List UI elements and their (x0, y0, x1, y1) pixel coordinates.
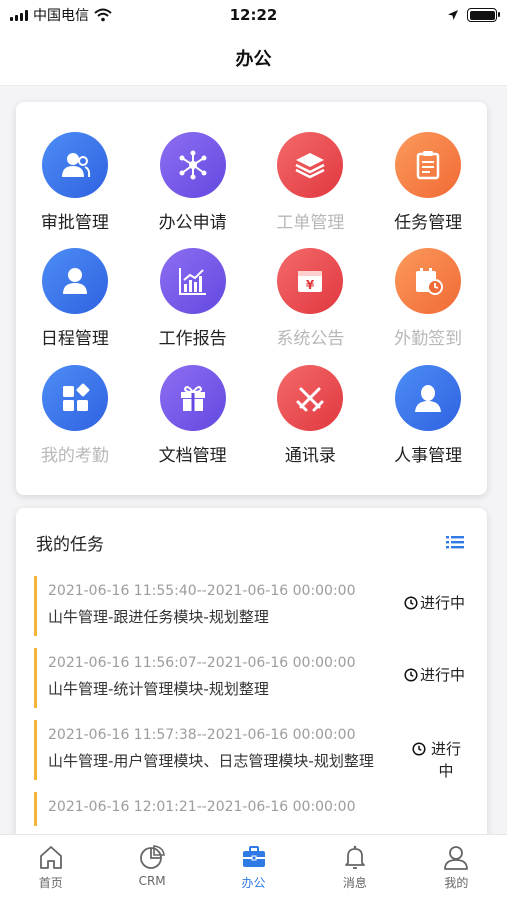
task-name: 山牛管理-跟进任务模块-规划整理 (48, 608, 269, 626)
person-silhouette-icon (395, 364, 462, 431)
task-status-text: 进行中 (420, 666, 466, 684)
tab-home[interactable]: 首页 (0, 835, 101, 900)
clock-icon (412, 742, 426, 756)
app-label: 办公申请 (158, 213, 227, 233)
tab-label: 消息 (342, 876, 367, 890)
my-tasks-card: 我的任务 2021-06-16 11:55:40--2021-06-16 00:… (16, 508, 487, 848)
tab-label: 首页 (38, 876, 63, 890)
yen-card-icon: ¥ (277, 248, 344, 315)
app-label: 工单管理 (276, 213, 345, 233)
app-grid: 审批管理 办公申请 工单管理 任务管理 日程管理 工作报告 ¥ 系统公告 外勤签… (16, 102, 487, 495)
tab-office[interactable]: 办公 (203, 835, 304, 900)
app-attendance[interactable]: 我的考勤 (16, 364, 134, 481)
task-status: 进行中 (404, 664, 474, 686)
task-name: 山牛管理-统计管理模块-规划整理 (48, 680, 269, 698)
tab-label: 办公 (241, 876, 266, 890)
network-nodes-icon (159, 132, 226, 198)
app-label: 工作报告 (158, 329, 227, 350)
app-label: 任务管理 (394, 213, 463, 233)
app-label: 我的考勤 (40, 445, 109, 466)
tab-crm[interactable]: CRM (101, 835, 202, 900)
pie-chart-icon (140, 845, 166, 869)
task-time: 2021-06-16 12:01:21--2021-06-16 00:00:00 (48, 799, 356, 815)
status-bar: 中国电信 12:22 (0, 0, 507, 30)
tab-profile[interactable]: 我的 (406, 835, 507, 900)
bar-chart-icon (159, 248, 226, 315)
task-section-title: 我的任务 (36, 534, 104, 555)
briefcase-icon (242, 846, 265, 867)
app-work-report[interactable]: 工作报告 (134, 248, 252, 364)
tab-label: CRM (138, 874, 166, 888)
app-contacts[interactable]: 通讯录 (252, 364, 370, 481)
profile-icon (444, 846, 469, 870)
battery-icon (467, 8, 500, 22)
status-right (447, 8, 500, 22)
app-office-request[interactable]: 办公申请 (134, 132, 252, 248)
clipboard-icon (395, 132, 462, 198)
app-field-checkin[interactable]: 外勤签到 (369, 248, 487, 364)
carrier-name: 中国电信 (33, 8, 89, 24)
task-header: 我的任务 (16, 508, 487, 576)
tab-messages[interactable]: 消息 (304, 835, 405, 900)
app-label: 通讯录 (284, 445, 336, 466)
app-label: 系统公告 (276, 329, 345, 350)
grid-blocks-icon (41, 364, 108, 431)
task-status: 进行中 (412, 738, 464, 782)
task-time: 2021-06-16 11:57:38--2021-06-16 00:00:00 (48, 727, 356, 743)
app-approval[interactable]: 审批管理 (16, 132, 134, 248)
calendar-clock-icon (395, 248, 462, 315)
app-label: 外勤签到 (394, 329, 463, 350)
clock-icon (404, 668, 418, 682)
app-label: 日程管理 (40, 329, 109, 350)
tab-label: 我的 (444, 876, 469, 890)
task-item[interactable]: 2021-06-16 11:55:40--2021-06-16 00:00:00… (34, 576, 474, 636)
task-status-text: 进行中 (420, 594, 466, 612)
task-item[interactable]: 2021-06-16 11:56:07--2021-06-16 00:00:00… (34, 648, 474, 708)
task-time: 2021-06-16 11:55:40--2021-06-16 00:00:00 (48, 583, 356, 599)
app-label: 文档管理 (158, 445, 227, 466)
task-item[interactable]: 2021-06-16 11:57:38--2021-06-16 00:00:00… (34, 720, 474, 780)
clock-icon (404, 596, 418, 610)
signal-icon (10, 9, 28, 21)
app-task-management[interactable]: 任务管理 (369, 132, 487, 248)
user-icon (41, 248, 108, 315)
location-arrow-icon (448, 10, 458, 20)
task-item[interactable]: 2021-06-16 12:01:21--2021-06-16 00:00:00 (34, 792, 474, 826)
app-announcement[interactable]: ¥ 系统公告 (252, 248, 370, 364)
tab-bar: 首页 CRM 办公 消息 我的 (0, 834, 507, 900)
task-name: 山牛管理-用户管理模块、日志管理模块-规划整理 (48, 752, 374, 770)
crossed-swords-icon (277, 364, 344, 431)
bell-icon (345, 845, 365, 869)
task-status: 进行中 (404, 592, 474, 614)
app-label: 审批管理 (40, 213, 109, 233)
page-title: 办公 (0, 30, 507, 86)
home-icon (39, 846, 62, 869)
app-schedule[interactable]: 日程管理 (16, 248, 134, 364)
list-icon[interactable] (445, 532, 465, 552)
status-left: 中国电信 (10, 5, 447, 25)
app-work-order[interactable]: 工单管理 (252, 132, 370, 248)
svg-text:¥: ¥ (306, 278, 315, 292)
gift-box-icon (159, 364, 226, 431)
app-hr[interactable]: 人事管理 (369, 364, 487, 481)
app-documents[interactable]: 文档管理 (134, 364, 252, 481)
layers-stack-icon (277, 132, 344, 198)
approval-person-icon (41, 132, 108, 198)
app-label: 人事管理 (394, 445, 463, 466)
wifi-icon (94, 8, 112, 22)
task-time: 2021-06-16 11:56:07--2021-06-16 00:00:00 (48, 655, 356, 671)
task-status-text: 进行中 (430, 740, 461, 780)
